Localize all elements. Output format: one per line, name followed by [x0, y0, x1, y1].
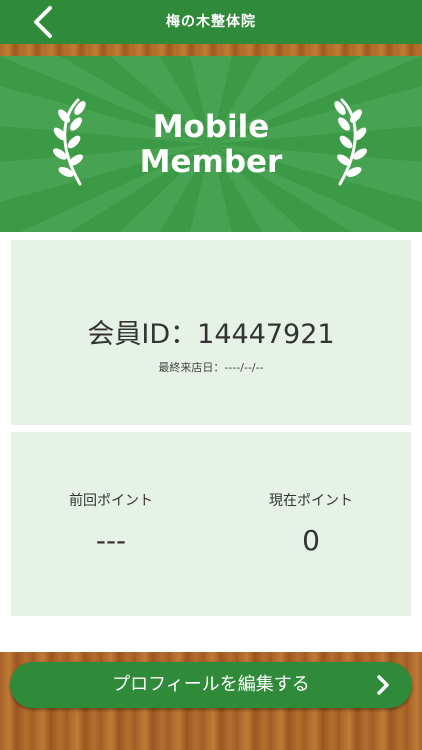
banner-title: Mobile Member — [0, 110, 422, 180]
wood-divider-top — [0, 44, 422, 56]
banner-title-line2: Member — [139, 144, 283, 180]
chevron-right-icon — [377, 675, 389, 695]
points-card: 前回ポイント --- 現在ポイント 0 — [11, 432, 411, 616]
current-points-label: 現在ポイント — [269, 493, 353, 509]
member-id: 会員ID：14447921 — [87, 319, 335, 350]
edit-profile-label: プロフィールを編集する — [112, 674, 310, 695]
current-points-value: 0 — [302, 524, 320, 557]
page-title: 梅の木整体院 — [166, 14, 256, 30]
previous-points-label: 前回ポイント — [69, 493, 153, 509]
current-points: 現在ポイント 0 — [211, 490, 411, 557]
member-content: 会員ID：14447921 最終来店日：----/--/-- 前回ポイント --… — [0, 232, 422, 652]
edit-profile-button[interactable]: プロフィールを編集する — [10, 662, 412, 708]
app-header: 梅の木整体院 — [0, 0, 422, 44]
last-visit-date: 最終来店日：----/--/-- — [158, 361, 264, 374]
previous-points: 前回ポイント --- — [11, 490, 211, 557]
banner-title-line1: Mobile — [152, 109, 270, 145]
member-id-card: 会員ID：14447921 最終来店日：----/--/-- — [11, 240, 411, 425]
previous-points-value: --- — [95, 524, 127, 557]
mobile-member-banner: Mobile Member — [0, 56, 422, 232]
